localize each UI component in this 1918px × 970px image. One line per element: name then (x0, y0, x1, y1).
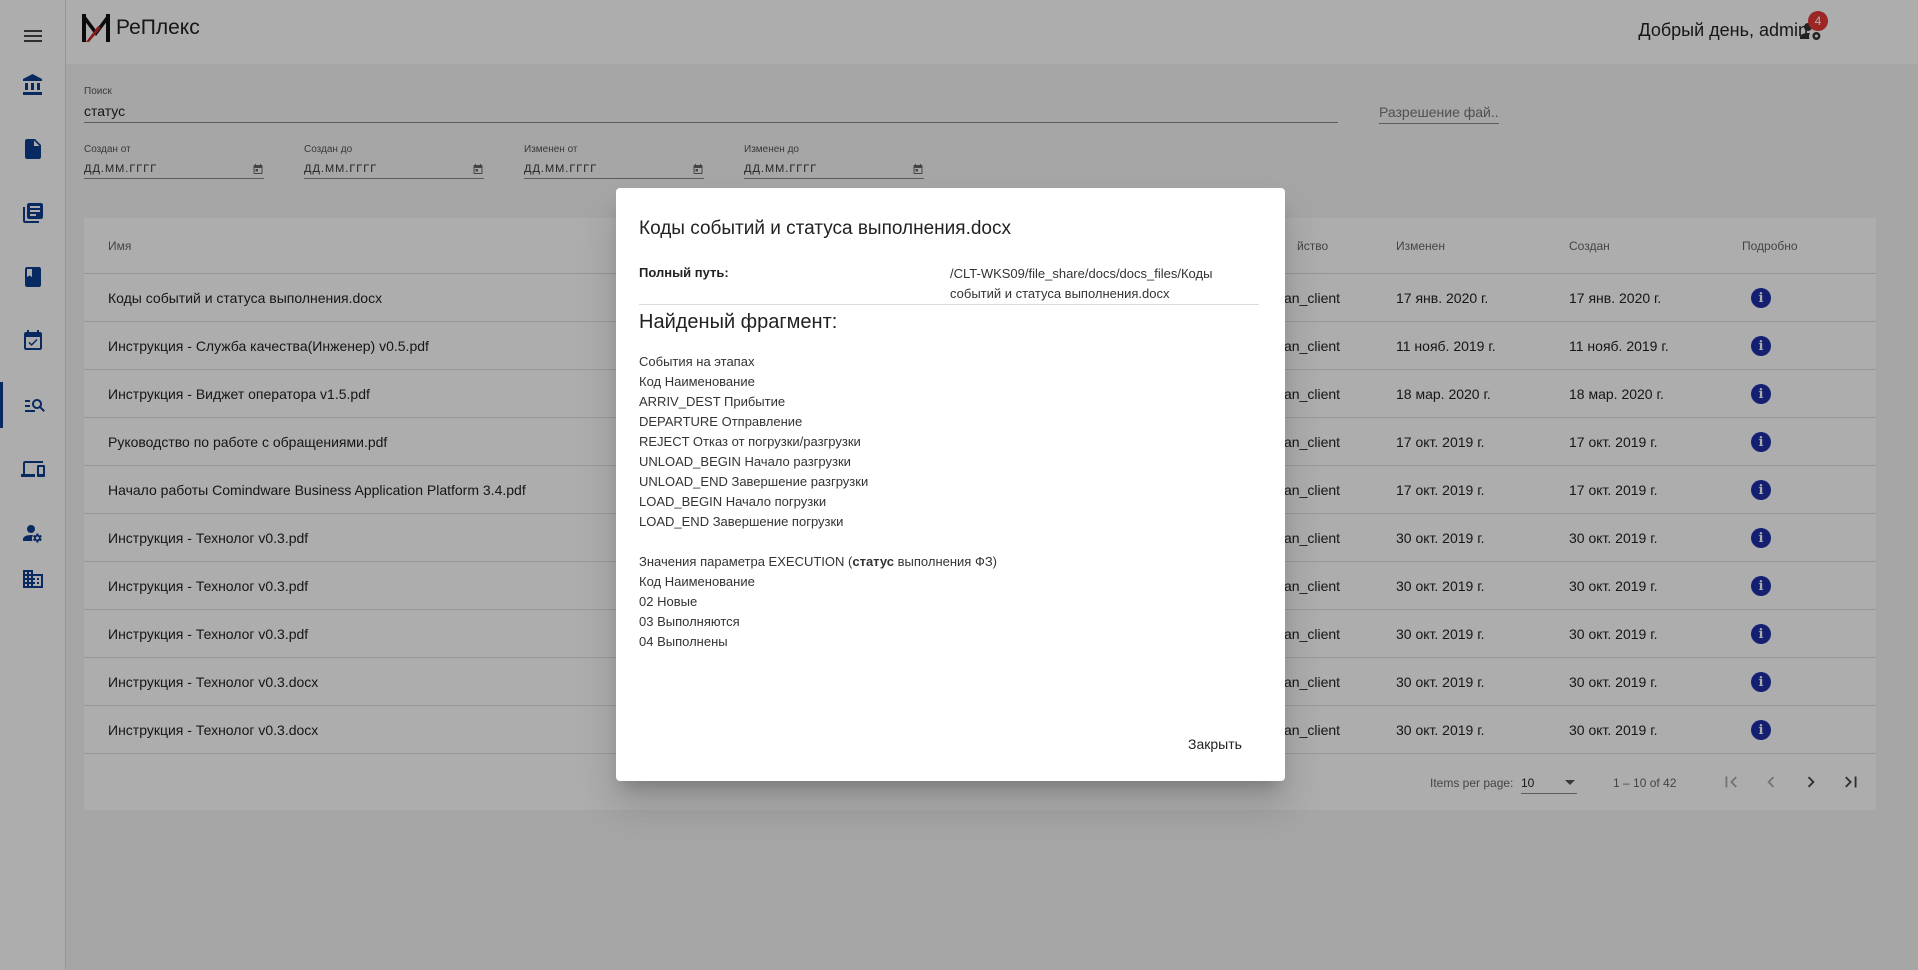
dialog-title: Коды событий и статуса выполнения.docx (639, 218, 1011, 239)
param-text-before: Значения параметра EXECUTION ( (639, 554, 853, 569)
full-path-label: Полный путь: (639, 265, 729, 280)
fragment-line: UNLOAD_END Завершение разгрузки (639, 474, 869, 489)
fragment-line: 04 Выполнены (639, 634, 728, 649)
fragment-line: 03 Выполняются (639, 614, 740, 629)
fragment-lines-2: Код Наименование 02 Новые 03 Выполняются 04… (639, 572, 997, 652)
param-text-after: выполнения ФЗ) (894, 554, 998, 569)
fragment-text: События на этапах Код Наименование ARRIV_D… (639, 352, 997, 652)
fragment-line: ARRIV_DEST Прибытие (639, 394, 786, 409)
file-details-dialog: Коды событий и статуса выполнения.docx П… (616, 188, 1285, 781)
fragment-line: События на этапах (639, 354, 755, 369)
fragment-line: LOAD_END Завершение погрузки (639, 514, 844, 529)
close-button[interactable]: Закрыть (1188, 736, 1242, 752)
fragment-line: 02 Новые (639, 594, 698, 609)
fragment-line: DEPARTURE Отправление (639, 414, 803, 429)
fragment-line: Код Наименование (639, 574, 755, 589)
fragment-param-line: Значения параметра EXECUTION (статус вып… (639, 552, 997, 572)
fragment-line: Код Наименование (639, 374, 755, 389)
fragment-lines: События на этапах Код Наименование ARRIV_D… (639, 352, 997, 532)
fragment-line: LOAD_BEGIN Начало погрузки (639, 494, 827, 509)
divider (639, 304, 1259, 305)
full-path-value: /CLT-WKS09/file_share/docs/docs_files/Ко… (950, 266, 1213, 301)
fragment-line: UNLOAD_BEGIN Начало разгрузки (639, 454, 851, 469)
fragment-line: REJECT Отказ от погрузки/разгрузки (639, 434, 861, 449)
search-highlight: статус (852, 554, 895, 569)
fragment-title: Найденый фрагмент: (639, 311, 838, 333)
